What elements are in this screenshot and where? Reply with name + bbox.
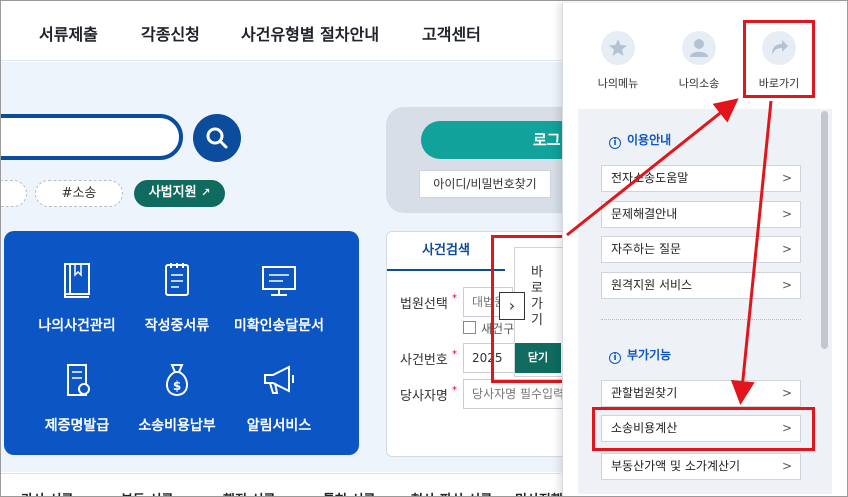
info-icon: i (609, 137, 621, 149)
highlight-box-fee-calculator (592, 407, 815, 451)
certificate-icon (67, 364, 90, 396)
monitor-icon (262, 266, 296, 296)
tab-case-search[interactable]: 사건검색 (387, 233, 505, 271)
category-family[interactable]: 가사 서류 (21, 489, 73, 496)
highlight-box-floating-panel (491, 235, 569, 383)
new-case-checkbox[interactable] (463, 321, 476, 334)
service-unread-documents[interactable]: 미확인송달문서 (223, 261, 335, 335)
party-name-input[interactable]: 당사자명 필수입력 (463, 379, 575, 409)
search-tag-partial[interactable] (1, 180, 27, 207)
chevron-right-icon: > (781, 171, 792, 185)
search-button[interactable] (193, 114, 241, 162)
nav-item-procedures[interactable]: 사건유형별 절차안내 (241, 21, 379, 45)
book-icon (64, 263, 90, 298)
service-notifications[interactable]: 알림서비스 (223, 361, 335, 435)
search-icon (206, 127, 228, 149)
section-title-extra-features: i 부가기능 (609, 346, 671, 364)
category-patent[interactable]: 특허 서류 (323, 489, 375, 496)
app-frame: 서류제출 각종신청 사건유형별 절차안내 고객센터 #소송 사법지원 ↗ 로그 … (0, 0, 848, 497)
service-certificates[interactable]: 제증명발급 (21, 361, 133, 435)
case-number-label: 사건번호 * (400, 349, 457, 368)
chevron-right-icon: > (781, 459, 792, 473)
info-icon: i (609, 352, 621, 364)
person-icon (682, 31, 716, 65)
chevron-right-icon: > (781, 278, 792, 292)
menu-link-find-court[interactable]: 관할법원찾기 > (601, 380, 801, 407)
highlight-box-shortcut (743, 20, 815, 98)
chevron-right-icon: > (781, 242, 792, 256)
svg-text:$: $ (173, 379, 181, 393)
nav-item-customer-center[interactable]: 고객센터 (422, 21, 481, 45)
find-id-password-button[interactable]: 아이디/비밀번호찾기 (419, 170, 551, 198)
category-criminal[interactable]: 형사·파산 서류 (411, 489, 492, 496)
notepad-icon (165, 263, 189, 296)
service-draft-documents[interactable]: 작성중서류 (121, 261, 233, 335)
nav-item-applications[interactable]: 각종신청 (141, 21, 200, 45)
side-menu-scrollbar[interactable] (821, 111, 828, 349)
search-input[interactable] (1, 114, 183, 160)
section-divider (601, 319, 801, 320)
megaphone-icon (264, 365, 294, 394)
menu-link-troubleshooting[interactable]: 문제해결안내 > (601, 201, 801, 228)
nav-item-documents[interactable]: 서류제출 (39, 21, 98, 45)
menu-link-help[interactable]: 전자소송도움말 > (601, 165, 801, 192)
court-label: 법원선택 * (400, 293, 457, 312)
star-icon (601, 31, 635, 65)
search-tag-lawsuit[interactable]: #소송 (35, 180, 123, 207)
judicial-support-link[interactable]: 사법지원 ↗ (134, 180, 225, 207)
party-name-label: 당사자명 * (400, 385, 457, 404)
my-menu-button[interactable]: 나의메뉴 (578, 31, 658, 91)
category-administrative[interactable]: 행정 서류 (223, 489, 275, 496)
chevron-right-icon: > (781, 386, 792, 400)
money-bag-icon: $ (166, 364, 188, 397)
section-title-usage-guide: i 이용안내 (609, 131, 671, 149)
chevron-right-icon: > (781, 207, 792, 221)
category-real-estate[interactable]: 부동 서류 (121, 489, 173, 496)
external-link-icon: ↗ (201, 186, 211, 199)
menu-link-remote-support[interactable]: 원격지원 서비스 > (601, 272, 801, 299)
service-litigation-fee[interactable]: $ 소송비용납부 (121, 361, 233, 435)
my-lawsuit-button[interactable]: 나의소송 (659, 31, 739, 91)
category-civil[interactable]: 민사진행 (515, 489, 563, 496)
menu-link-property-value-calculator[interactable]: 부동산가액 및 소가계산기 > (601, 453, 801, 480)
menu-link-faq[interactable]: 자주하는 질문 > (601, 236, 801, 263)
service-my-cases[interactable]: 나의사건관리 (21, 261, 133, 335)
